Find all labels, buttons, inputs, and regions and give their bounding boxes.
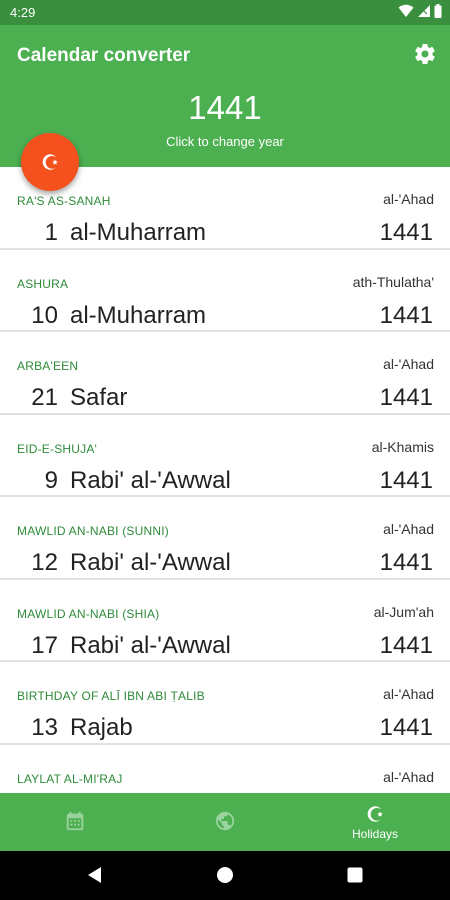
system-navigation-bar [0, 851, 450, 900]
holiday-month: Safar [70, 384, 128, 411]
holiday-month: Rabi' al-'Awwal [70, 549, 231, 576]
crescent-star-icon [42, 154, 58, 170]
holiday-day: 1 [44, 219, 58, 246]
status-time: 4:29 [10, 5, 36, 20]
holiday-name: RA'S AS-SANAH [17, 194, 111, 208]
back-icon[interactable] [86, 866, 104, 884]
holiday-day: 9 [44, 466, 58, 494]
recents-icon[interactable] [346, 866, 364, 884]
nav-calendar[interactable] [0, 793, 150, 851]
holiday-month: al-Muharram [70, 219, 207, 246]
holiday-month: Rajab [70, 714, 133, 741]
nav-holidays-label: Holidays [351, 827, 399, 841]
status-bar: 4:29 [0, 0, 450, 25]
globe-icon [215, 811, 235, 831]
holiday-name: EID-E-SHUJA' [17, 441, 98, 456]
list-item[interactable]: LAYLAT AL-MI'RAJ al-'Ahad [0, 745, 450, 794]
holiday-list[interactable]: RA'S AS-SANAH al-'Ahad 1 al-Muharram 144… [0, 167, 450, 793]
holiday-year: 1441 [379, 549, 433, 576]
fab-crescent-button[interactable] [21, 133, 79, 191]
holiday-day: 17 [31, 631, 58, 659]
wifi-icon [398, 4, 414, 17]
status-icons [398, 4, 442, 18]
nav-holidays[interactable]: Holidays [300, 793, 450, 851]
app-title: Calendar converter [17, 45, 191, 66]
gear-icon[interactable] [413, 42, 437, 66]
holiday-year: 1441 [379, 384, 433, 411]
nav-globe[interactable] [150, 793, 300, 851]
battery-icon [434, 4, 442, 18]
holiday-name: ARBA'EEN [17, 359, 79, 373]
bottom-navigation: Holidays [0, 793, 450, 851]
holiday-weekday: al-'Ahad [383, 768, 434, 785]
holiday-year: 1441 [379, 714, 433, 741]
holiday-day: 13 [31, 714, 58, 741]
holiday-year: 1441 [379, 466, 433, 494]
year-selector[interactable]: 1441 [0, 89, 450, 127]
holiday-weekday: ath-Thulatha' [352, 273, 434, 290]
holiday-name: MAWLID AN-NABI (SHIA) [17, 606, 160, 621]
holiday-weekday: al-'Ahad [383, 191, 434, 207]
holiday-year: 1441 [379, 219, 433, 246]
list-item[interactable]: MAWLID AN-NABI (SUNNI) al-'Ahad 12 Rabi'… [0, 497, 450, 580]
crescent-star-icon [367, 806, 383, 822]
holiday-weekday: al-'Ahad [383, 521, 434, 537]
calendar-icon [66, 811, 84, 831]
holiday-weekday: al-'Ahad [383, 686, 434, 702]
holiday-weekday: al-Khamis [371, 438, 434, 455]
holiday-day: 10 [31, 301, 58, 329]
list-item[interactable]: BIRTHDAY OF ALĪ IBN ABI ṬALIB al-'Ahad 1… [0, 662, 450, 745]
signal-icon [418, 5, 430, 17]
list-item[interactable]: ASHURA ath-Thulatha' 10 al-Muharram 1441 [0, 250, 450, 332]
holiday-day: 12 [31, 549, 58, 576]
holiday-year: 1441 [379, 301, 433, 329]
holiday-month: Rabi' al-'Awwal [70, 466, 231, 494]
holiday-month: al-Muharram [70, 301, 207, 329]
list-item[interactable]: MAWLID AN-NABI (SHIA) al-Jum'ah 17 Rabi'… [0, 580, 450, 662]
holiday-name: LAYLAT AL-MI'RAJ [17, 771, 123, 786]
holiday-name: ASHURA [17, 276, 69, 291]
holiday-weekday: al-Jum'ah [373, 603, 434, 620]
home-icon[interactable] [216, 866, 234, 884]
holiday-name: BIRTHDAY OF ALĪ IBN ABI ṬALIB [17, 689, 205, 703]
holiday-weekday: al-'Ahad [383, 356, 434, 372]
holiday-year: 1441 [379, 631, 433, 659]
list-item[interactable]: EID-E-SHUJA' al-Khamis 9 Rabi' al-'Awwal… [0, 415, 450, 497]
holiday-name: MAWLID AN-NABI (SUNNI) [17, 524, 169, 538]
holiday-day: 21 [31, 384, 58, 411]
list-item[interactable]: ARBA'EEN al-'Ahad 21 Safar 1441 [0, 332, 450, 415]
holiday-month: Rabi' al-'Awwal [70, 631, 231, 659]
